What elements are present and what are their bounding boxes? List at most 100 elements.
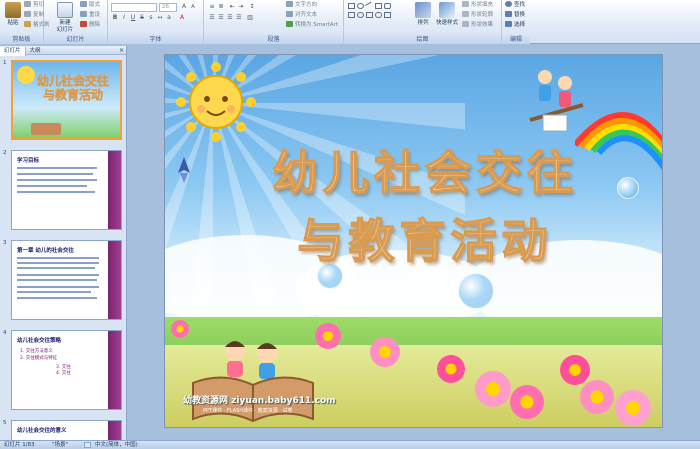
oval-shape-icon[interactable] bbox=[357, 3, 364, 9]
shadow-icon[interactable]: s bbox=[147, 14, 155, 22]
close-icon[interactable]: × bbox=[119, 46, 124, 55]
thumbnail-item: 2. 交往模式与特征 bbox=[20, 356, 58, 361]
new-slide-button[interactable]: 新建 幻灯片 bbox=[52, 2, 78, 33]
delete-icon bbox=[80, 21, 87, 27]
find-button[interactable]: 查找 bbox=[505, 1, 525, 10]
thumbnail-stripe bbox=[108, 421, 121, 440]
fill-bucket-icon bbox=[462, 1, 469, 7]
line-spacing-icon[interactable]: ↕ bbox=[248, 3, 256, 11]
columns-icon[interactable]: ▥ bbox=[246, 14, 254, 22]
strikethrough-icon[interactable]: S bbox=[138, 14, 146, 22]
line-shape-icon[interactable] bbox=[364, 1, 375, 11]
text-direction-icon bbox=[286, 1, 293, 7]
slide-thumbnail-3[interactable]: 第一章 幼儿的社会交往 bbox=[11, 240, 122, 320]
change-case-icon[interactable]: a bbox=[165, 14, 173, 22]
text-direction-button[interactable]: 文字方向 bbox=[286, 1, 317, 10]
bullets-icon[interactable]: ≡ bbox=[208, 3, 216, 11]
font-color-icon[interactable]: A bbox=[178, 14, 186, 22]
tab-outline[interactable]: 大纲 bbox=[26, 47, 45, 56]
text-line bbox=[17, 257, 99, 259]
paste-button[interactable]: 粘贴 bbox=[2, 2, 24, 32]
slide-thumbnail-2[interactable]: 学习目标 bbox=[11, 150, 122, 230]
smartart-icon bbox=[286, 21, 293, 27]
copy-icon bbox=[24, 11, 31, 17]
language-indicator[interactable]: 中文(简体，中国) bbox=[95, 441, 138, 449]
text-line bbox=[17, 279, 97, 281]
copy-button[interactable]: 复制 bbox=[24, 11, 44, 20]
spacing-icon[interactable]: ↔ bbox=[156, 14, 164, 22]
thumbnail-stripe bbox=[108, 151, 121, 229]
thumbnail-title: 幼儿社会交往策略 bbox=[17, 338, 62, 344]
smartart-button[interactable]: 转换为 SmartArt bbox=[286, 21, 338, 30]
bold-icon[interactable]: B bbox=[111, 14, 119, 22]
text-line bbox=[17, 173, 93, 175]
spellcheck-icon[interactable] bbox=[84, 442, 91, 448]
slide-editing-area: 幼儿社会交往 与教育活动 幼教资源网 ziyuan.baby611.com PP… bbox=[128, 46, 700, 440]
shrink-font-icon[interactable]: A bbox=[189, 3, 197, 11]
replace-button[interactable]: 替换 bbox=[505, 11, 525, 20]
status-bar: 幻灯片 1/83 "场景" 中文(简体，中国) bbox=[0, 440, 700, 449]
cut-button[interactable]: 剪切 bbox=[24, 1, 44, 10]
new-slide-icon bbox=[57, 2, 73, 18]
shape-outline-button[interactable]: 形状轮廓 bbox=[462, 11, 493, 20]
font-name-field[interactable] bbox=[111, 3, 157, 12]
slides-group-label: 幻灯片 bbox=[44, 35, 107, 44]
search-icon bbox=[505, 1, 512, 7]
thumbnail-stripe bbox=[108, 331, 121, 409]
star-shape-icon[interactable] bbox=[366, 12, 373, 18]
flower bbox=[437, 355, 465, 383]
paragraph-group: ≡ ≣ ⇤ ⇥ ↕ ☰ ☰ ☰ ☰ ▥ 文字方向 对齐文本 转换为 SmartA… bbox=[204, 0, 344, 44]
grow-font-icon[interactable]: A bbox=[180, 3, 188, 11]
arrange-button[interactable]: 排列 bbox=[412, 2, 434, 32]
thumbnail-title: 幼儿社会交往的意义 bbox=[17, 428, 67, 434]
font-size-field[interactable]: 26 bbox=[159, 3, 177, 12]
text-line bbox=[17, 179, 97, 181]
increase-indent-icon[interactable]: ⇥ bbox=[237, 3, 245, 11]
shape-effects-button[interactable]: 形状效果 bbox=[462, 21, 493, 30]
slide-title-line-2[interactable]: 与教育活动 bbox=[215, 205, 635, 271]
reset-button[interactable]: 重设 bbox=[80, 11, 100, 20]
shape-fill-button[interactable]: 形状填充 bbox=[462, 1, 493, 10]
text-line bbox=[17, 185, 87, 187]
text-line bbox=[17, 267, 95, 269]
slide-thumbnail-1[interactable]: 幼儿社会交往 与教育活动 bbox=[11, 60, 122, 140]
underline-icon[interactable]: U bbox=[129, 14, 137, 22]
quick-styles-icon bbox=[439, 2, 455, 18]
current-slide[interactable]: 幼儿社会交往 与教育活动 幼教资源网 ziyuan.baby611.com PP… bbox=[164, 54, 663, 428]
align-center-icon[interactable]: ☰ bbox=[217, 14, 225, 22]
layout-button[interactable]: 版式 bbox=[80, 1, 100, 10]
slide-thumbnail-4[interactable]: 幼儿社会交往策略 1. 交往方法意义 2. 交往模式与特征 3. 交往 4. 交… bbox=[11, 330, 122, 410]
flower bbox=[510, 385, 544, 419]
arrow-shape-icon[interactable] bbox=[348, 12, 355, 18]
watermark-text: 幼教资源网 ziyuan.baby611.com bbox=[183, 396, 336, 406]
justify-icon[interactable]: ☰ bbox=[235, 14, 243, 22]
thumbnail-number: 1 bbox=[3, 60, 7, 66]
italic-icon[interactable]: I bbox=[120, 14, 128, 22]
callout-shape-icon[interactable] bbox=[375, 12, 382, 18]
delete-slide-button[interactable]: 删除 bbox=[80, 21, 100, 30]
thumbnail-item: 1. 交往方法意义 bbox=[20, 349, 53, 354]
thumbnail-title: 学习目标 bbox=[17, 158, 40, 164]
triangle-shape-icon[interactable] bbox=[375, 3, 382, 9]
select-button[interactable]: 选择 bbox=[505, 21, 525, 30]
ribbon: 粘贴 剪切 复制 格式刷 剪贴板 新建 幻灯片 版式 重设 删除 幻灯片 26 … bbox=[0, 0, 700, 44]
bubble bbox=[458, 273, 494, 309]
decrease-indent-icon[interactable]: ⇤ bbox=[228, 3, 236, 11]
align-text-button[interactable]: 对齐文本 bbox=[286, 11, 317, 20]
circle-shape-icon[interactable] bbox=[357, 12, 364, 18]
slide-thumbnail-5[interactable]: 幼儿社会交往的意义 bbox=[11, 420, 122, 440]
thumbnail-item: 4. 交往 bbox=[56, 371, 71, 376]
align-right-icon[interactable]: ☰ bbox=[226, 14, 234, 22]
tab-slides[interactable]: 幻灯片 bbox=[0, 47, 26, 56]
bracket-shape-icon[interactable] bbox=[384, 12, 391, 18]
arrange-icon bbox=[415, 2, 431, 18]
align-text-icon bbox=[286, 11, 293, 17]
slide-title-line-1[interactable]: 幼儿社会交往 bbox=[215, 137, 635, 203]
numbering-icon[interactable]: ≣ bbox=[217, 3, 225, 11]
quick-styles-button[interactable]: 快速样式 bbox=[434, 2, 460, 32]
align-left-icon[interactable]: ☰ bbox=[208, 14, 216, 22]
rectangle-shape-icon[interactable] bbox=[348, 3, 355, 9]
rounded-rect-shape-icon[interactable] bbox=[384, 3, 391, 9]
effects-icon bbox=[462, 21, 469, 27]
watermark-subtext: PPT课件 · FLASH课件 · 教案资源 · 试卷 bbox=[203, 408, 293, 414]
